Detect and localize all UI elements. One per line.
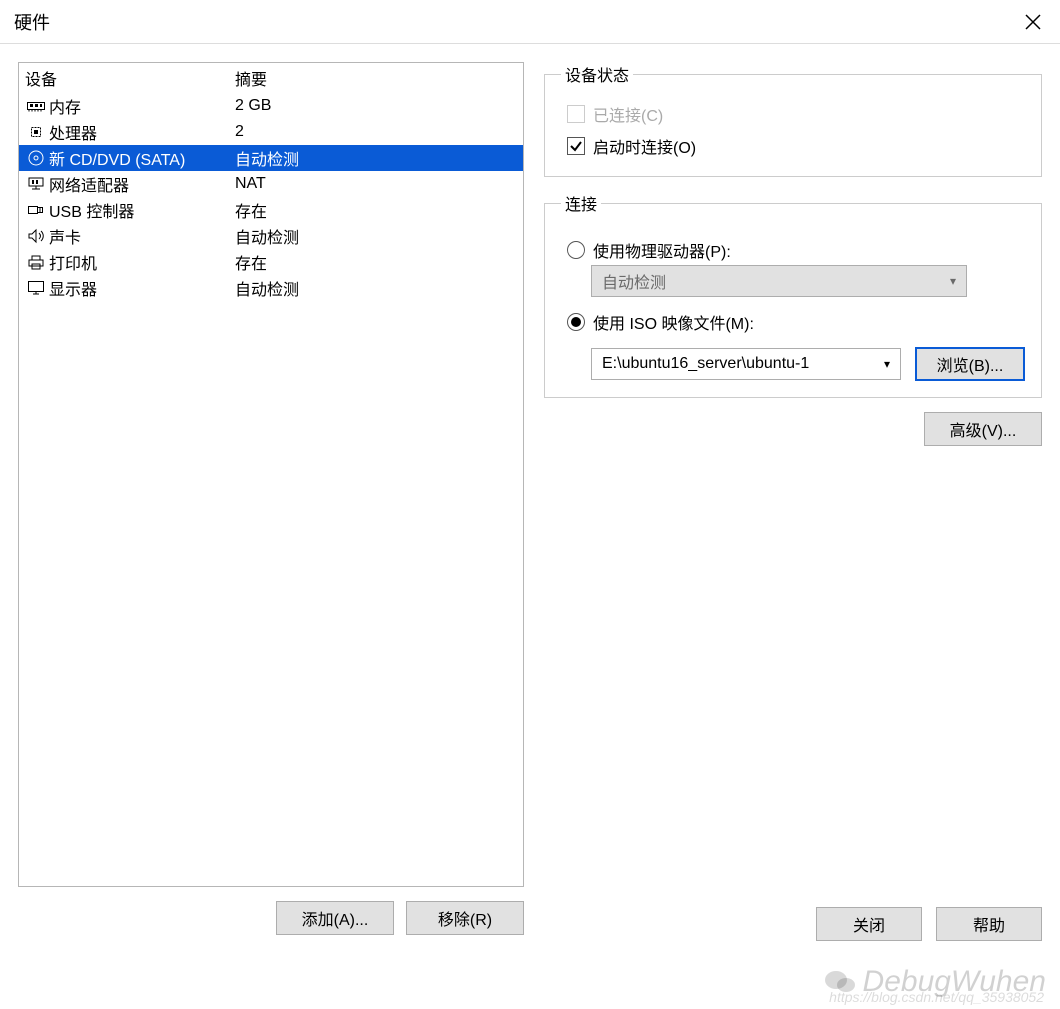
titlebar: 硬件: [0, 0, 1060, 44]
device-row[interactable]: USB 控制器存在: [19, 197, 523, 223]
header-summary: 摘要: [235, 66, 267, 90]
checkbox-icon: [567, 105, 585, 123]
device-list-header: 设备 摘要: [19, 63, 523, 93]
device-name: 处理器: [47, 120, 235, 144]
device-name: 打印机: [47, 250, 235, 274]
left-column: 设备 摘要 内存2 GB处理器2新 CD/DVD (SATA)自动检测网络适配器…: [18, 62, 524, 935]
disc-icon: [25, 148, 47, 168]
device-name: 网络适配器: [47, 172, 235, 196]
iso-path-dropdown[interactable]: E:\ubuntu16_server\ubuntu-1 ▾: [591, 348, 901, 380]
usb-icon: [25, 200, 47, 220]
device-row[interactable]: 打印机存在: [19, 249, 523, 275]
physical-drive-label: 使用物理驱动器(P):: [593, 238, 731, 262]
device-name: 内存: [47, 94, 235, 118]
physical-drive-dropdown: 自动检测 ▾: [591, 265, 967, 297]
wechat-icon: [823, 968, 857, 996]
device-list[interactable]: 设备 摘要 内存2 GB处理器2新 CD/DVD (SATA)自动检测网络适配器…: [18, 62, 524, 887]
device-summary: 存在: [235, 198, 517, 222]
window-title: 硬件: [14, 9, 50, 35]
device-summary: 2 GB: [235, 97, 517, 115]
help-button[interactable]: 帮助: [936, 907, 1042, 941]
watermark-url: https://blog.csdn.net/qq_35938052: [829, 989, 1044, 1005]
add-button[interactable]: 添加(A)...: [276, 901, 394, 935]
close-button[interactable]: 关闭: [816, 907, 922, 941]
sound-icon: [25, 226, 47, 246]
header-device: 设备: [25, 66, 235, 90]
printer-icon: [25, 252, 47, 272]
device-name: 声卡: [47, 224, 235, 248]
advanced-button[interactable]: 高级(V)...: [924, 412, 1042, 446]
iso-file-label: 使用 ISO 映像文件(M):: [593, 310, 754, 334]
device-row[interactable]: 网络适配器NAT: [19, 171, 523, 197]
chevron-down-icon: ▾: [884, 357, 890, 371]
remove-button[interactable]: 移除(R): [406, 901, 524, 935]
dialog-footer: 关闭 帮助: [816, 907, 1042, 941]
watermark: DebugWuhen https://blog.csdn.net/qq_3593…: [823, 965, 1046, 999]
connect-at-poweron-label: 启动时连接(O): [593, 134, 696, 158]
device-summary: 存在: [235, 250, 517, 274]
checkbox-icon: [567, 137, 585, 155]
device-summary: 自动检测: [235, 276, 517, 300]
watermark-text: DebugWuhen: [863, 965, 1046, 999]
device-row[interactable]: 处理器2: [19, 119, 523, 145]
device-name: 新 CD/DVD (SATA): [47, 146, 235, 170]
device-name: USB 控制器: [47, 198, 235, 222]
device-name: 显示器: [47, 276, 235, 300]
device-status-group: 设备状态 已连接(C) 启动时连接(O): [544, 62, 1042, 177]
device-status-legend: 设备状态: [561, 62, 633, 86]
close-icon[interactable]: [1020, 9, 1046, 35]
device-summary: 2: [235, 123, 517, 141]
device-summary: NAT: [235, 175, 517, 193]
device-summary: 自动检测: [235, 224, 517, 248]
device-row[interactable]: 显示器自动检测: [19, 275, 523, 301]
iso-path-value: E:\ubuntu16_server\ubuntu-1: [602, 355, 809, 373]
right-column: 设备状态 已连接(C) 启动时连接(O) 连接 使用物理驱动器(P):: [544, 62, 1042, 446]
device-row[interactable]: 声卡自动检测: [19, 223, 523, 249]
radio-icon: [567, 241, 585, 259]
connected-label: 已连接(C): [593, 102, 663, 126]
browse-button[interactable]: 浏览(B)...: [915, 347, 1025, 381]
connected-checkbox: 已连接(C): [567, 100, 1025, 128]
device-row[interactable]: 内存2 GB: [19, 93, 523, 119]
network-icon: [25, 174, 47, 194]
connection-legend: 连接: [561, 191, 601, 215]
display-icon: [25, 278, 47, 298]
list-buttons: 添加(A)... 移除(R): [18, 901, 524, 935]
cpu-icon: [25, 122, 47, 142]
radio-icon: [567, 313, 585, 331]
iso-file-radio[interactable]: 使用 ISO 映像文件(M):: [567, 307, 1025, 337]
device-row[interactable]: 新 CD/DVD (SATA)自动检测: [19, 145, 523, 171]
memory-icon: [25, 96, 47, 116]
connection-group: 连接 使用物理驱动器(P): 自动检测 ▾ 使用 ISO 映像文件(M): E:…: [544, 191, 1042, 398]
connect-at-poweron-checkbox[interactable]: 启动时连接(O): [567, 132, 1025, 160]
physical-drive-value: 自动检测: [602, 269, 666, 293]
physical-drive-radio[interactable]: 使用物理驱动器(P):: [567, 235, 1025, 265]
chevron-down-icon: ▾: [950, 274, 956, 288]
device-summary: 自动检测: [235, 146, 517, 170]
